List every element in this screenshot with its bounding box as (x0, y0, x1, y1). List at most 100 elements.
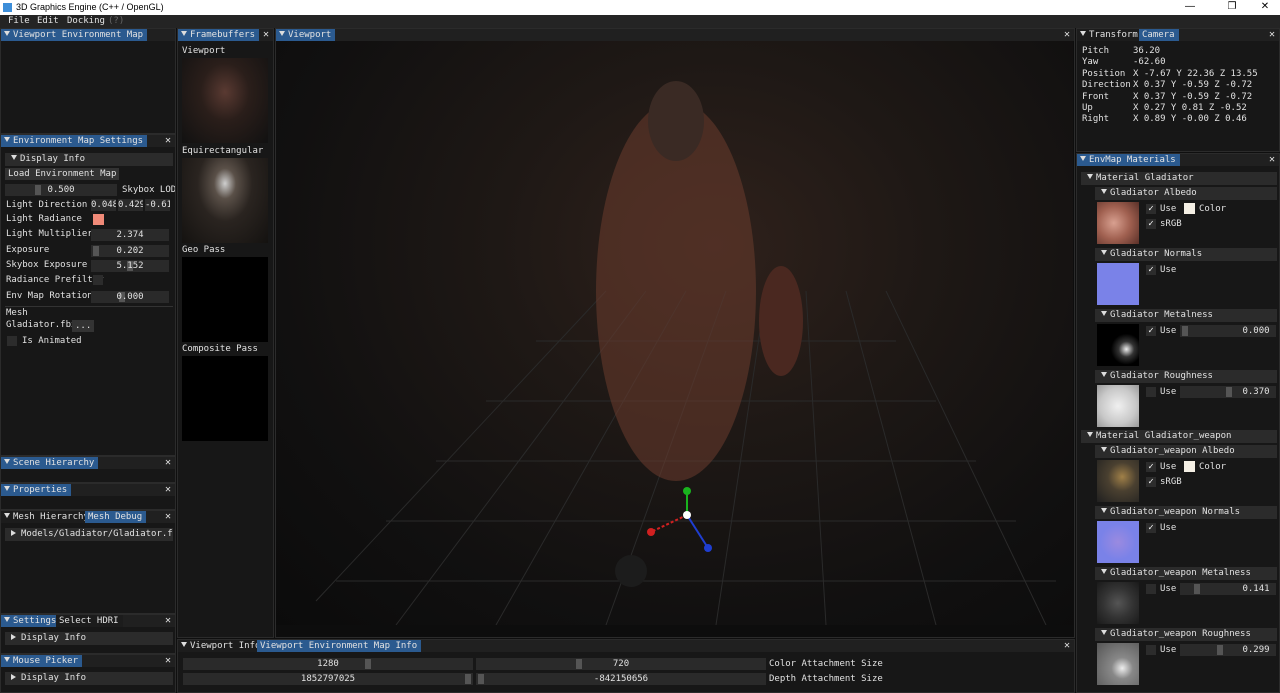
tab-mouse-picker[interactable]: Mouse Picker (1, 655, 83, 667)
tab-env-settings[interactable]: Environment Map Settings (1, 135, 148, 147)
normals2-use-checkbox[interactable]: ✓ (1146, 523, 1156, 533)
mesh-file: Gladiator.fbx (6, 320, 77, 330)
metal1-slider[interactable]: 0.000 (1180, 325, 1276, 337)
close-icon[interactable]: ✕ (1269, 29, 1275, 41)
divider (5, 306, 173, 307)
albedo1-color-swatch[interactable] (1184, 203, 1195, 214)
metal2-use-checkbox[interactable] (1146, 584, 1156, 594)
material-gladiator-header[interactable]: Material Gladiator (1081, 172, 1277, 185)
load-env-map-button[interactable]: Load Environment Map (5, 168, 120, 180)
albedo2-use-checkbox[interactable]: ✓ (1146, 462, 1156, 472)
tab-camera[interactable]: Camera (1139, 29, 1179, 41)
albedo1-srgb-checkbox[interactable]: ✓ (1146, 219, 1156, 229)
rough2-use-checkbox[interactable] (1146, 645, 1156, 655)
tab-framebuffers[interactable]: Framebuffers (178, 29, 260, 41)
camera-key: Right (1082, 114, 1110, 125)
rough2-slider[interactable]: 0.299 (1180, 644, 1276, 656)
use-label: Use (1160, 462, 1177, 472)
light-radiance-swatch[interactable] (93, 214, 104, 225)
color-attachment-label: Color Attachment Size (769, 659, 883, 669)
weapon-albedo-header[interactable]: Gladiator_weapon Albedo (1095, 445, 1277, 458)
camera-key: Pitch (1082, 46, 1110, 56)
viewport-render[interactable] (276, 41, 1073, 625)
skybox-lod-label: Skybox LOD (122, 185, 176, 195)
is-animated-checkbox[interactable] (7, 336, 17, 346)
weapon-roughness-header[interactable]: Gladiator_weapon Roughness (1095, 628, 1277, 641)
fb-geo-thumbnail (182, 257, 268, 342)
menu-docking[interactable]: Docking (67, 16, 105, 26)
color-width-slider[interactable]: 1280 (183, 658, 473, 670)
normals1-use-checkbox[interactable]: ✓ (1146, 265, 1156, 275)
menu-edit[interactable]: Edit (37, 16, 59, 26)
albedo2-srgb-checkbox[interactable]: ✓ (1146, 477, 1156, 487)
light-direction-y[interactable]: 0.429 (118, 199, 143, 211)
skybox-exposure-slider[interactable]: 5.152 (91, 260, 169, 272)
menu-help[interactable]: (?) (108, 16, 124, 26)
close-icon[interactable]: ✕ (1064, 640, 1070, 652)
close-icon[interactable]: ✕ (165, 511, 171, 523)
color-height-slider[interactable]: 720 (476, 658, 766, 670)
env-rotation-slider[interactable]: 0.000 (91, 291, 169, 303)
material-weapon-header[interactable]: Material Gladiator_weapon (1081, 430, 1277, 443)
gladiator-normals-header[interactable]: Gladiator Normals (1095, 248, 1277, 261)
exposure-label: Exposure (6, 245, 50, 255)
tab-scene-hierarchy[interactable]: Scene Hierarchy (1, 457, 99, 469)
albedo1-use-checkbox[interactable]: ✓ (1146, 204, 1156, 214)
restore-button[interactable]: ❐ (1217, 1, 1247, 12)
display-info-header[interactable]: Display Info (5, 153, 173, 166)
weapon-normals-header[interactable]: Gladiator_weapon Normals (1095, 506, 1277, 519)
env-rotation-label: Env Map Rotation (6, 291, 93, 301)
minimize-button[interactable]: — (1175, 1, 1205, 12)
tab-viewport-env-map-info[interactable]: Viewport Environment Map Info (257, 640, 422, 652)
mesh-tree-item[interactable]: Models/Gladiator/Gladiator.fbx (5, 528, 173, 541)
mouse-picker-display-info[interactable]: Display Info (5, 672, 173, 685)
tab-mesh-hierarchy[interactable]: Mesh Hierarchy (1, 511, 93, 523)
albedo2-color-swatch[interactable] (1184, 461, 1195, 472)
gladiator-roughness-header[interactable]: Gladiator Roughness (1095, 370, 1277, 383)
rough1-slider[interactable]: 0.370 (1180, 386, 1276, 398)
close-icon[interactable]: ✕ (1269, 154, 1275, 166)
camera-value: 36.20 (1133, 46, 1161, 56)
close-icon[interactable]: ✕ (165, 615, 171, 627)
gladiator-metalness-header[interactable]: Gladiator Metalness (1095, 309, 1277, 322)
camera-key: Direction (1082, 80, 1131, 91)
light-direction-z[interactable]: -0.61 (145, 199, 170, 211)
close-icon[interactable]: ✕ (165, 655, 171, 667)
close-icon[interactable]: ✕ (165, 135, 171, 147)
tab-transform[interactable]: Transform (1077, 29, 1142, 41)
fb-geo-label: Geo Pass (182, 245, 226, 255)
depth-width-slider[interactable]: 1852797025 (183, 673, 473, 685)
close-icon[interactable]: ✕ (165, 484, 171, 496)
close-icon[interactable]: ✕ (263, 29, 269, 41)
is-animated-label: Is Animated (22, 336, 82, 346)
tab-envmap-materials[interactable]: EnvMap Materials (1077, 154, 1180, 166)
weapon-metalness-header[interactable]: Gladiator_weapon Metalness (1095, 567, 1277, 580)
close-window-button[interactable]: ✕ (1250, 1, 1280, 12)
radiance-prefilter-checkbox[interactable] (93, 275, 103, 285)
tab-settings[interactable]: Settings (1, 615, 61, 627)
window-title: 3D Graphics Engine (C++ / OpenGL) (16, 2, 164, 12)
tab-viewport-env-map[interactable]: Viewport Environment Map (1, 29, 148, 41)
mesh-browse-button[interactable]: ... (72, 320, 95, 332)
transform-gizmo[interactable] (647, 487, 712, 552)
depth-height-slider[interactable]: -842150656 (476, 673, 766, 685)
gladiator-helmet (648, 81, 704, 161)
use-label: Use (1160, 326, 1177, 336)
light-direction-x[interactable]: 0.048 (91, 199, 116, 211)
rough1-use-checkbox[interactable] (1146, 387, 1156, 397)
tab-select-hdri[interactable]: Select HDRI (56, 615, 123, 627)
close-icon[interactable]: ✕ (165, 457, 171, 469)
exposure-slider[interactable]: 0.202 (91, 245, 169, 257)
tab-viewport[interactable]: Viewport (276, 29, 336, 41)
menu-file[interactable]: File (8, 16, 30, 26)
tab-viewport-info[interactable]: Viewport Info (178, 640, 265, 652)
metal2-slider[interactable]: 0.141 (1180, 583, 1276, 595)
light-multiplier-field[interactable]: 2.374 (91, 229, 169, 241)
skybox-lod-slider[interactable]: 0.500 (5, 184, 117, 196)
tab-mesh-debug[interactable]: Mesh Debug (85, 511, 147, 523)
gladiator-albedo-header[interactable]: Gladiator Albedo (1095, 187, 1277, 200)
settings-display-info[interactable]: Display Info (5, 632, 173, 645)
close-icon[interactable]: ✕ (1064, 29, 1070, 41)
metal1-use-checkbox[interactable]: ✓ (1146, 326, 1156, 336)
tab-properties[interactable]: Properties (1, 484, 72, 496)
